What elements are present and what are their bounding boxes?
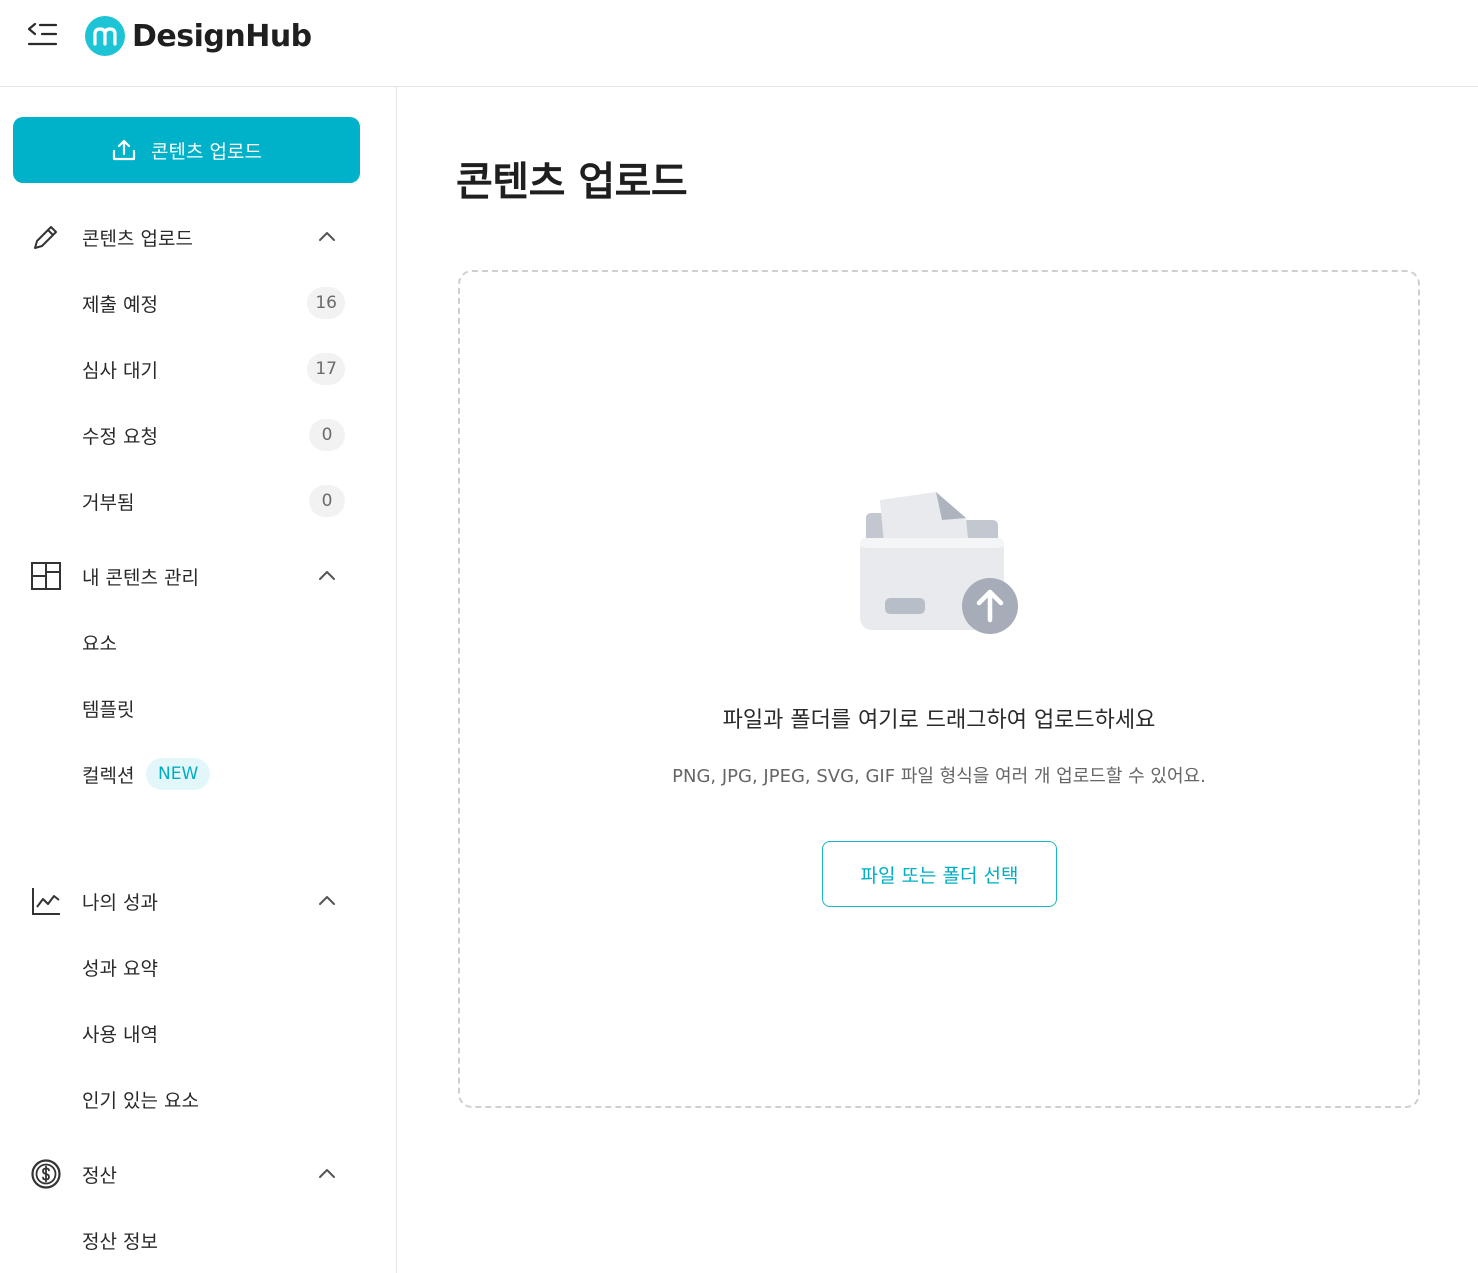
section-settlement[interactable]: 정산: [0, 1149, 396, 1199]
section-my-content[interactable]: 내 콘텐츠 관리: [0, 551, 396, 601]
sidebar-item-under-review[interactable]: 심사 대기 17: [0, 344, 396, 394]
layout-grid-icon: [30, 560, 62, 592]
count-badge: 16: [307, 287, 345, 319]
sidebar-item-label: 인기 있는 요소: [82, 1089, 199, 1112]
upload-dropzone[interactable]: 파일과 폴더를 여기로 드래그하여 업로드하세요 PNG, JPG, JPEG,…: [458, 270, 1420, 1108]
sidebar-item-label: 컬렉션: [82, 764, 135, 787]
chevron-up-icon[interactable]: [315, 225, 339, 249]
count-badge: 0: [309, 485, 345, 517]
logo-mark-icon: [85, 16, 125, 56]
chevron-up-icon[interactable]: [315, 1162, 339, 1186]
sidebar-item-collections[interactable]: 컬렉션 NEW: [0, 749, 396, 799]
sidebar-item-usage-history[interactable]: 사용 내역: [0, 1008, 396, 1058]
folder-upload-icon: [858, 488, 1028, 648]
sidebar-item-label: 사용 내역: [82, 1023, 158, 1046]
sidebar-item-elements[interactable]: 요소: [0, 617, 396, 667]
sidebar-item-settlement-info[interactable]: 정산 정보: [0, 1215, 396, 1265]
main-content: 콘텐츠 업로드 파일과 폴더를 여기로 드래그하여 업로드하세요 PNG, JP…: [398, 87, 1478, 1273]
collapse-menu-icon[interactable]: [26, 20, 60, 50]
upload-icon: [112, 139, 136, 161]
section-content-upload[interactable]: 콘텐츠 업로드: [0, 212, 396, 262]
sidebar-item-label: 템플릿: [82, 698, 135, 721]
sidebar-item-rejected[interactable]: 거부됨 0: [0, 476, 396, 526]
logo[interactable]: DesignHub: [85, 15, 312, 57]
sidebar-item-label: 심사 대기: [82, 359, 158, 382]
sidebar-item-templates[interactable]: 템플릿: [0, 683, 396, 733]
sidebar-item-performance-summary[interactable]: 성과 요약: [0, 942, 396, 992]
select-files-button[interactable]: 파일 또는 폴더 선택: [822, 841, 1057, 907]
page-title: 콘텐츠 업로드: [456, 159, 688, 205]
section-label: 정산: [82, 1164, 117, 1187]
sidebar-item-label: 성과 요약: [82, 957, 158, 980]
sidebar-item-revision-requested[interactable]: 수정 요청 0: [0, 410, 396, 460]
sidebar: 콘텐츠 업로드 콘텐츠 업로드 제출 예정 16 심사 대기 17 수정 요청 …: [0, 87, 397, 1273]
sidebar-item-popular-elements[interactable]: 인기 있는 요소: [0, 1074, 396, 1124]
pencil-icon: [30, 221, 62, 253]
sidebar-item-label: 요소: [82, 632, 117, 655]
sidebar-item-label: 제출 예정: [82, 293, 158, 316]
count-badge: 17: [307, 353, 345, 385]
dollar-circle-icon: [30, 1158, 62, 1190]
sidebar-item-label: 거부됨: [82, 491, 135, 514]
new-badge: NEW: [146, 758, 211, 790]
sidebar-item-pending-submit[interactable]: 제출 예정 16: [0, 278, 396, 328]
line-chart-icon: [30, 885, 62, 917]
section-label: 나의 성과: [82, 891, 158, 914]
chevron-up-icon[interactable]: [315, 889, 339, 913]
upload-button-label: 콘텐츠 업로드: [151, 140, 262, 163]
count-badge: 0: [309, 419, 345, 451]
dropzone-subtext: PNG, JPG, JPEG, SVG, GIF 파일 형식을 여러 개 업로드…: [672, 766, 1206, 787]
section-label: 내 콘텐츠 관리: [82, 566, 199, 589]
sidebar-item-label: 정산 정보: [82, 1230, 158, 1253]
section-label: 콘텐츠 업로드: [82, 227, 193, 250]
chevron-up-icon[interactable]: [315, 564, 339, 588]
section-my-performance[interactable]: 나의 성과: [0, 876, 396, 926]
upload-content-button[interactable]: 콘텐츠 업로드: [13, 117, 360, 183]
top-bar: DesignHub: [0, 0, 1478, 87]
logo-text: DesignHub: [132, 18, 312, 54]
sidebar-item-label: 수정 요청: [82, 425, 158, 448]
dropzone-heading: 파일과 폴더를 여기로 드래그하여 업로드하세요: [722, 708, 1156, 733]
